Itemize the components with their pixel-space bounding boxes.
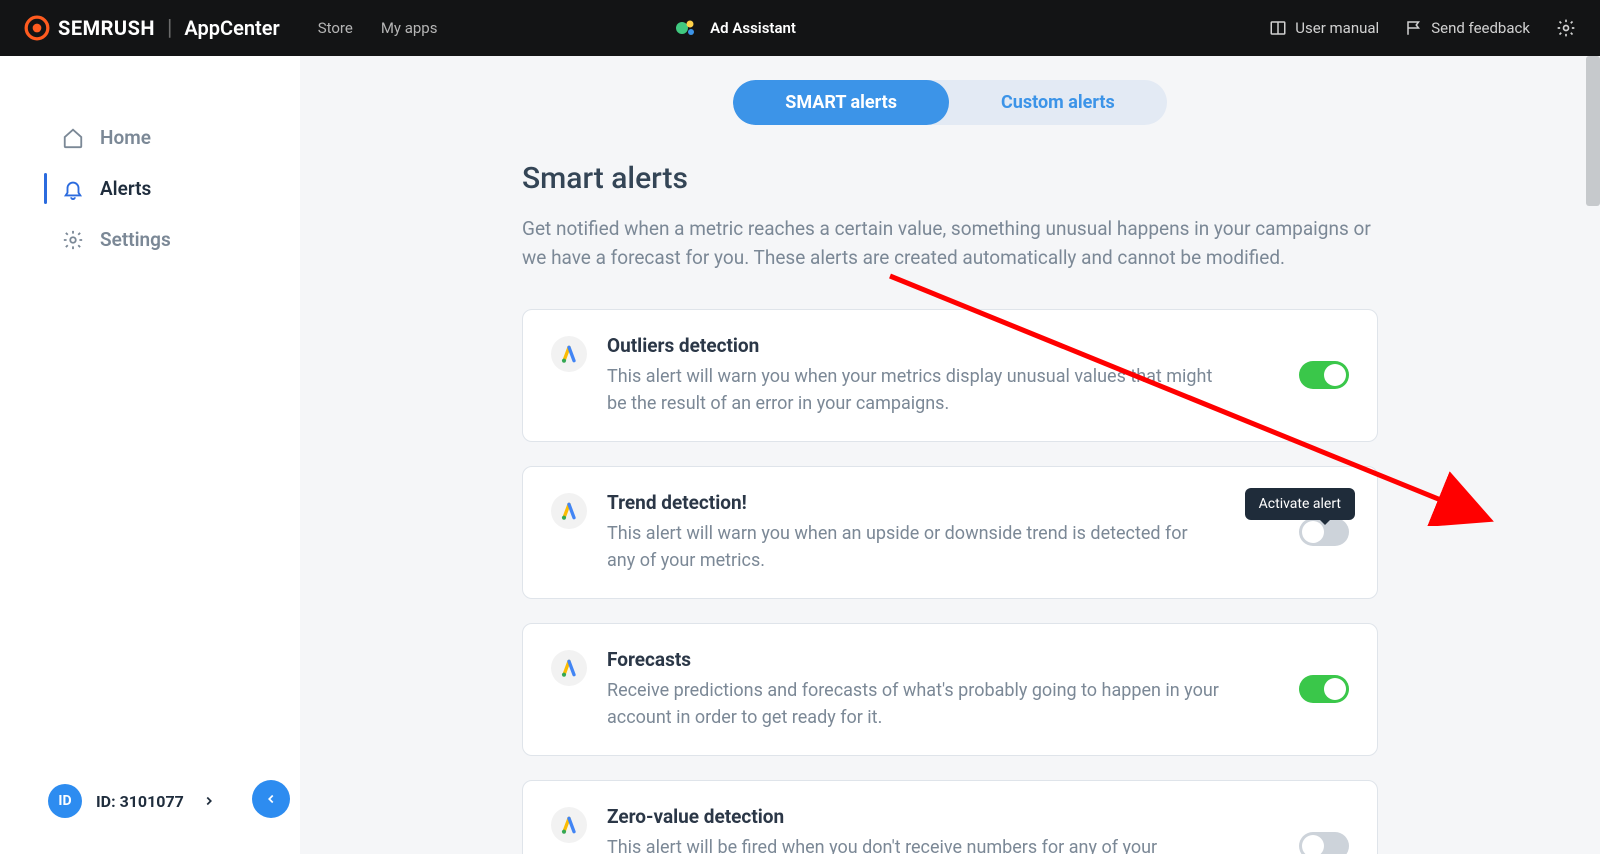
toggle-trend[interactable]: Activate alert (1299, 518, 1349, 546)
tab-custom-alerts[interactable]: Custom alerts (949, 80, 1167, 125)
id-badge: ID (48, 784, 82, 818)
tooltip-activate: Activate alert (1245, 488, 1355, 520)
alert-title: Zero-value detection (607, 805, 1279, 828)
chevron-left-icon (264, 792, 278, 806)
tab-smart-alerts[interactable]: SMART alerts (733, 80, 949, 125)
nav-myapps[interactable]: My apps (381, 19, 438, 37)
alert-title: Trend detection! (607, 491, 1279, 514)
alert-card-zerovalue: Zero-value detection This alert will be … (522, 780, 1378, 854)
nav-links: Store My apps (318, 19, 438, 37)
sidebar-item-label: Alerts (100, 177, 151, 200)
book-icon (1269, 19, 1287, 37)
section-title: Smart alerts (522, 161, 1378, 196)
alert-card-outliers: Outliers detection This alert will warn … (522, 309, 1378, 442)
alert-description: Receive predictions and forecasts of wha… (607, 677, 1279, 731)
brand[interactable]: SEMRUSH (24, 15, 155, 41)
sidebar-item-settings[interactable]: Settings (0, 214, 300, 265)
brand-text: SEMRUSH (58, 16, 155, 40)
scrollbar[interactable] (1586, 56, 1600, 206)
toggle-outliers[interactable] (1299, 361, 1349, 389)
current-app: Ad Assistant (674, 16, 796, 40)
gear-icon (62, 229, 84, 251)
home-icon (62, 127, 84, 149)
topbar-right: User manual Send feedback (1269, 18, 1576, 38)
toggle-zerovalue[interactable] (1299, 832, 1349, 854)
sidebar-collapse-button[interactable] (252, 780, 290, 818)
toggle-forecasts[interactable] (1299, 675, 1349, 703)
section-description: Get notified when a metric reaches a cer… (522, 214, 1378, 273)
user-manual-label: User manual (1295, 19, 1379, 37)
brand-divider: | (167, 16, 172, 41)
account-id[interactable]: ID: 3101077 (96, 792, 184, 811)
alert-title: Forecasts (607, 648, 1279, 671)
semrush-logo-icon (24, 15, 50, 41)
main-content: SMART alerts Custom alerts Smart alerts … (300, 56, 1600, 854)
google-ads-icon (551, 336, 587, 372)
sidebar-item-label: Home (100, 126, 151, 149)
appcenter-label[interactable]: AppCenter (184, 16, 279, 40)
alert-description: This alert will be fired when you don't … (607, 834, 1279, 854)
send-feedback-label: Send feedback (1431, 19, 1530, 37)
nav-store[interactable]: Store (318, 19, 353, 37)
flag-icon (1405, 19, 1423, 37)
alert-tabs: SMART alerts Custom alerts (300, 80, 1600, 125)
alert-title: Outliers detection (607, 334, 1279, 357)
sidebar: Home Alerts Settings ID ID: 3101077 (0, 56, 300, 854)
bell-icon (62, 178, 84, 200)
alert-description: This alert will warn you when an upside … (607, 520, 1279, 574)
sidebar-item-home[interactable]: Home (0, 112, 300, 163)
google-ads-icon (551, 807, 587, 843)
ad-assistant-icon (674, 16, 698, 40)
sidebar-item-label: Settings (100, 228, 171, 251)
current-app-name: Ad Assistant (710, 19, 796, 37)
sidebar-footer: ID ID: 3101077 (48, 784, 276, 818)
sidebar-item-alerts[interactable]: Alerts (0, 163, 300, 214)
user-manual-link[interactable]: User manual (1269, 19, 1379, 37)
chevron-right-icon[interactable] (202, 794, 216, 808)
topbar: SEMRUSH | AppCenter Store My apps Ad Ass… (0, 0, 1600, 56)
alert-description: This alert will warn you when your metri… (607, 363, 1279, 417)
send-feedback-link[interactable]: Send feedback (1405, 19, 1530, 37)
settings-gear-icon[interactable] (1556, 18, 1576, 38)
google-ads-icon (551, 650, 587, 686)
google-ads-icon (551, 493, 587, 529)
alert-card-forecasts: Forecasts Receive predictions and foreca… (522, 623, 1378, 756)
alert-card-trend: Trend detection! This alert will warn yo… (522, 466, 1378, 599)
